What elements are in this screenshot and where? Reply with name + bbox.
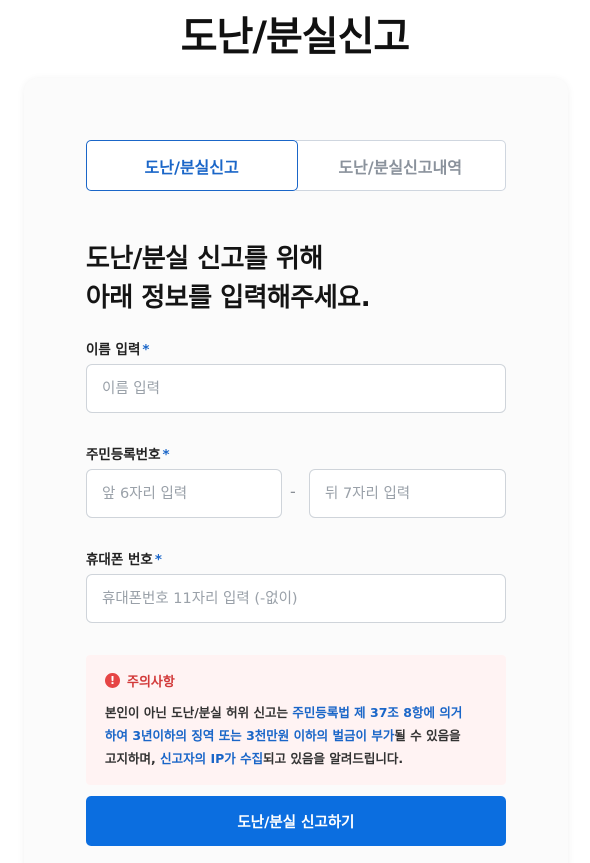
form-heading: 도난/분실 신고를 위해 아래 정보를 입력해주세요. (86, 240, 371, 318)
phone-label-text: 휴대폰 번호 (86, 552, 153, 568)
notice-title: 주의사항 (127, 674, 175, 690)
heading-line-1: 도난/분실 신고를 위해 (86, 244, 323, 274)
notice-box: ! 주의사항 본인이 아닌 도난/분실 허위 신고는 주민등록법 제 37조 8… (86, 655, 506, 785)
phone-label: 휴대폰 번호 * (86, 548, 162, 568)
notice-body: 본인이 아닌 도난/분실 허위 신고는 주민등록법 제 37조 8항에 의거 하… (105, 701, 487, 770)
notice-text: 될 수 있음을 (394, 728, 461, 743)
phone-input[interactable] (86, 574, 506, 623)
required-mark: * (162, 447, 170, 463)
tab-report-history[interactable]: 도난/분실신고내역 (295, 140, 506, 191)
rrn-label: 주민등록번호 * (86, 443, 170, 463)
page-title: 도난/분실신고 (180, 14, 410, 60)
rrn-back-input[interactable] (309, 469, 506, 518)
notice-highlight: 신고자의 IP가 수집 (160, 751, 264, 766)
notice-header: ! 주의사항 (105, 672, 487, 690)
notice-line-2: 하여 3년이하의 징역 또는 3천만원 이하의 벌금이 부가될 수 있음을 (105, 724, 487, 747)
tab-report[interactable]: 도난/분실신고 (86, 140, 298, 191)
notice-text: 본인이 아닌 도난/분실 허위 신고는 (105, 705, 293, 720)
exclamation-icon: ! (105, 672, 120, 688)
heading-line-2: 아래 정보를 입력해주세요. (86, 283, 371, 313)
name-label: 이름 입력 * (86, 338, 149, 358)
rrn-separator: - (290, 482, 296, 501)
submit-report-button[interactable]: 도난/분실 신고하기 (86, 796, 506, 846)
notice-line-1: 본인이 아닌 도난/분실 허위 신고는 주민등록법 제 37조 8항에 의거 (105, 701, 487, 724)
notice-text: 고지하며, (105, 751, 161, 766)
notice-highlight: 하여 3년이하의 징역 또는 3천만원 이하의 벌금이 부가 (105, 728, 395, 743)
rrn-label-text: 주민등록번호 (86, 447, 161, 463)
name-label-text: 이름 입력 (86, 342, 141, 358)
required-mark: * (142, 342, 150, 358)
rrn-front-input[interactable] (86, 469, 282, 518)
notice-highlight: 주민등록법 제 37조 8항에 의거 (292, 705, 463, 720)
notice-text: 되고 있음을 알려드립니다. (263, 751, 404, 766)
tab-bar: 도난/분실신고 도난/분실신고내역 (86, 140, 506, 191)
notice-line-3: 고지하며, 신고자의 IP가 수집되고 있음을 알려드립니다. (105, 747, 487, 770)
required-mark: * (154, 552, 162, 568)
name-input[interactable] (86, 364, 506, 413)
